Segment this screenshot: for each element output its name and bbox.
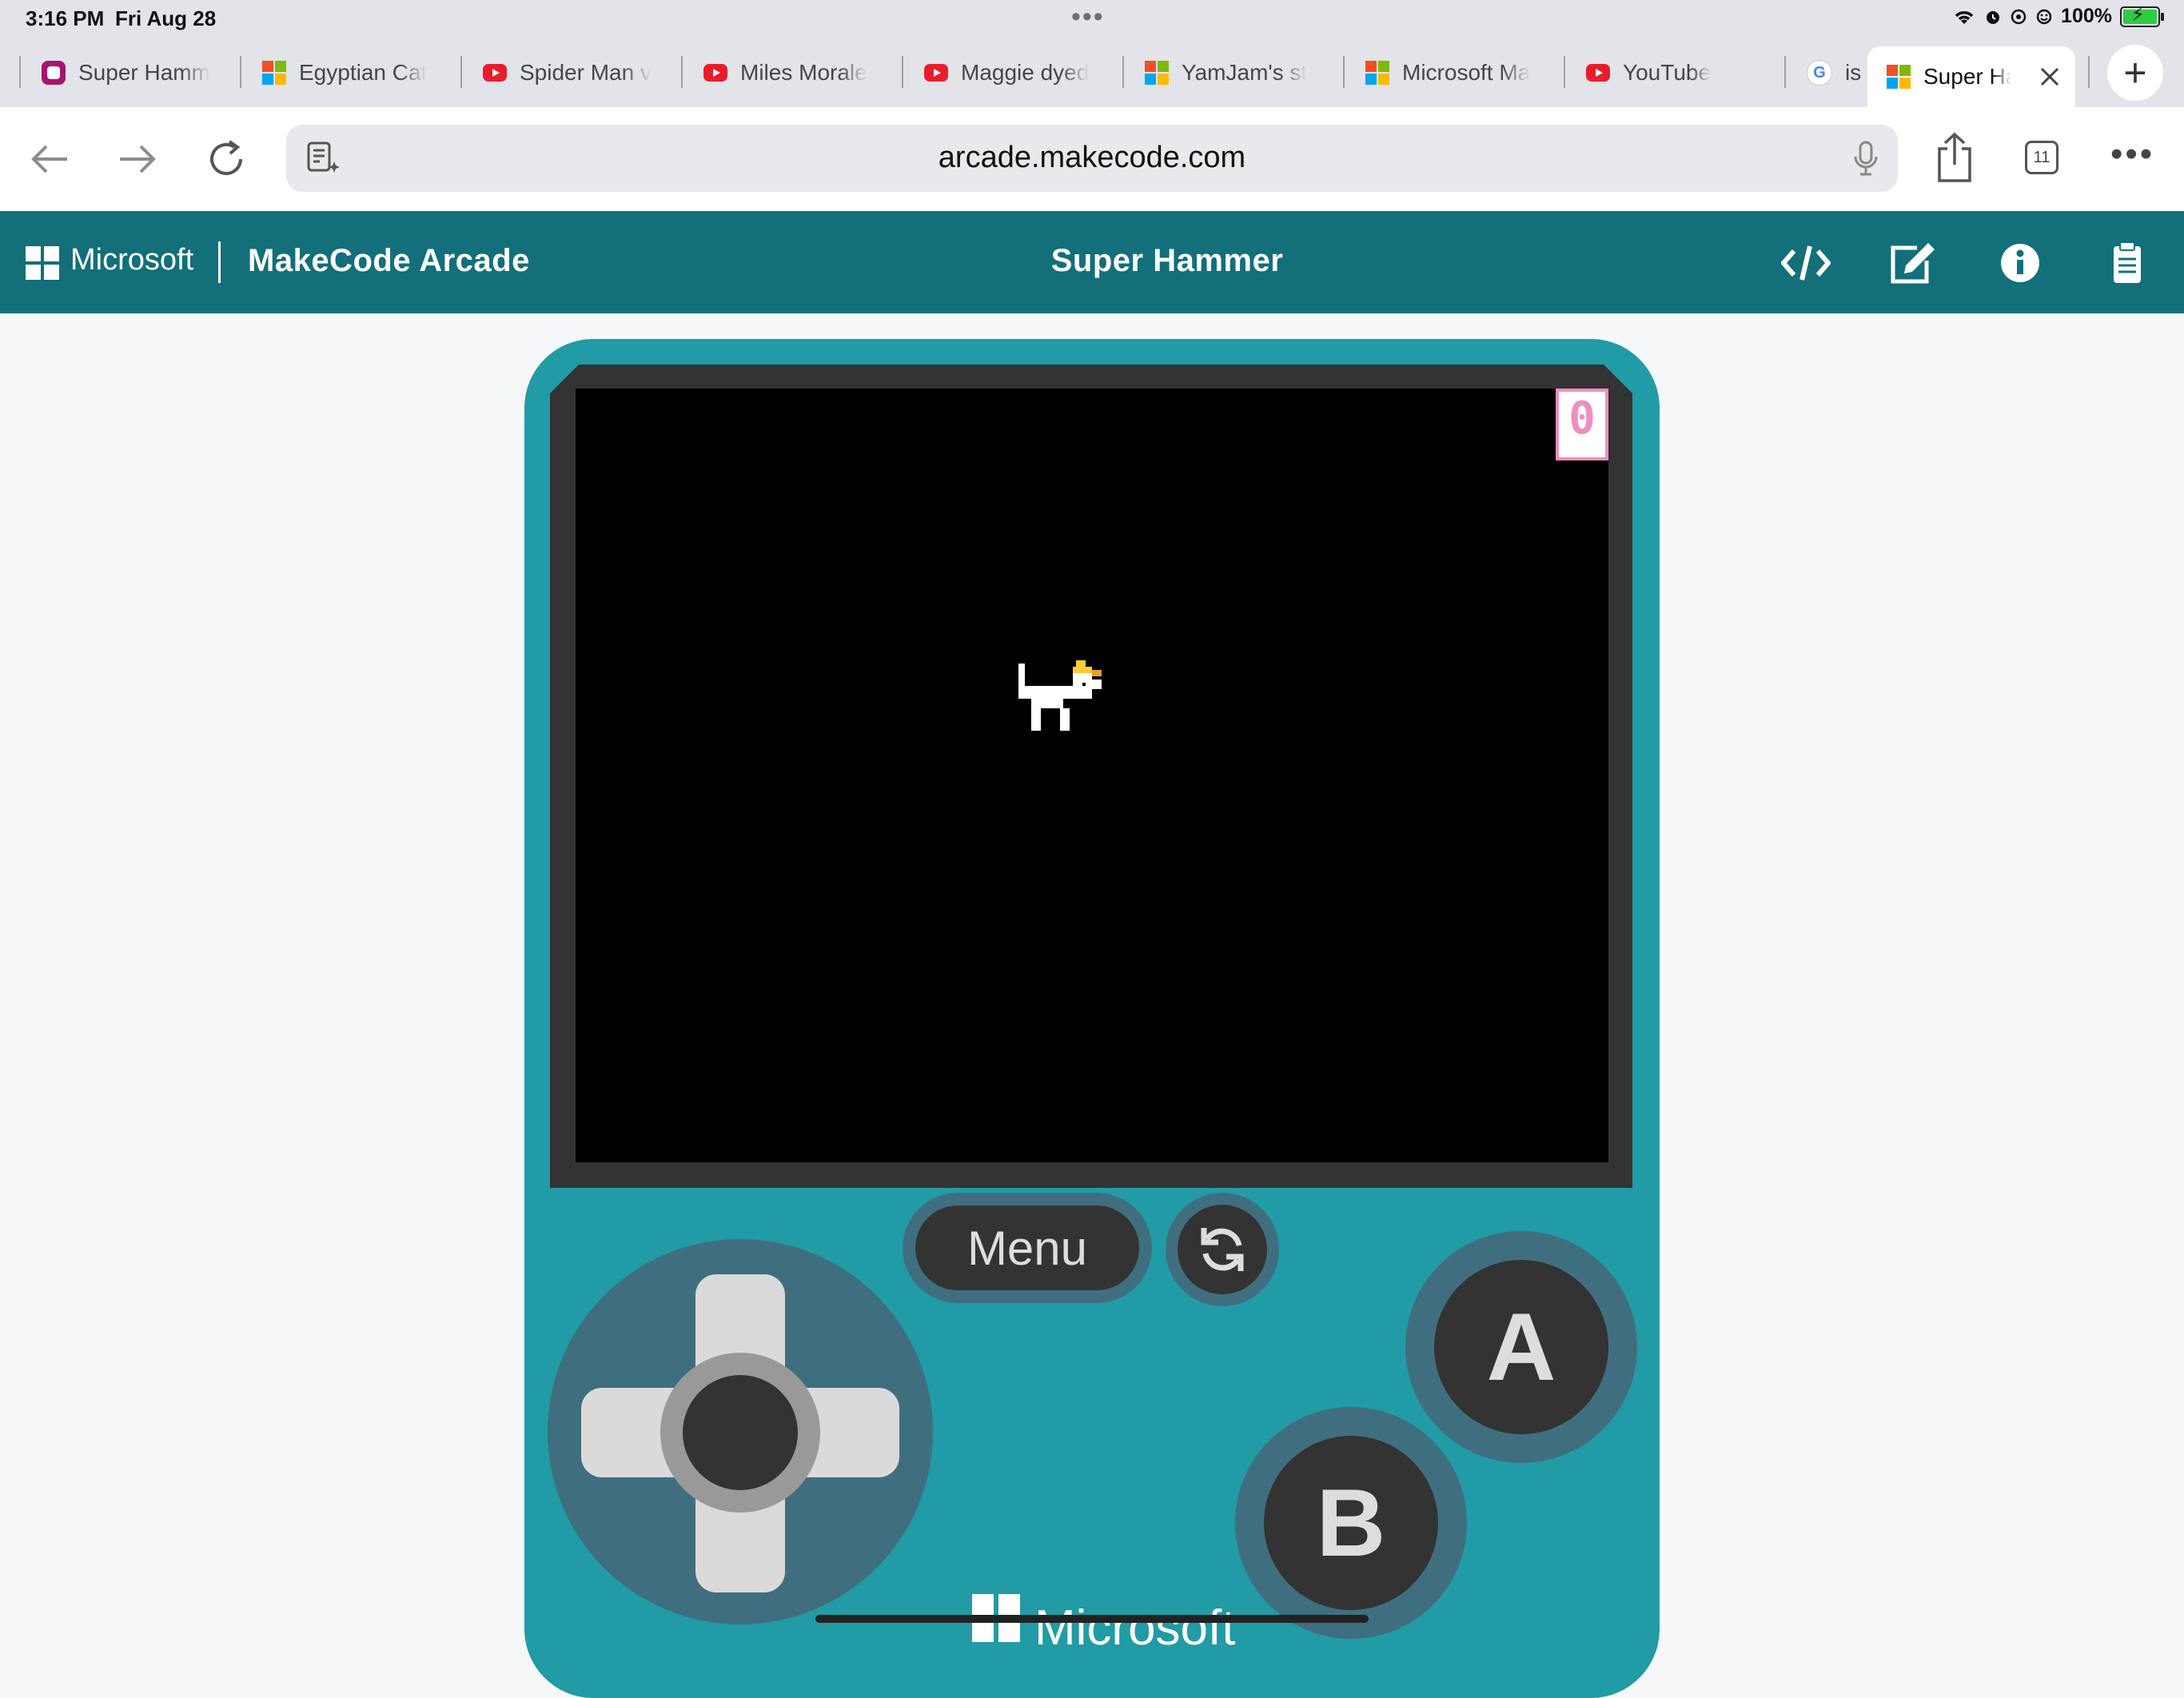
tab-separator	[1122, 56, 1124, 88]
tab-separator	[1343, 56, 1345, 88]
charging-icon: ⚡	[2131, 3, 2145, 26]
tab-separator	[2088, 56, 2090, 88]
tab-separator	[1784, 56, 1786, 88]
tab-separator	[240, 56, 241, 88]
menu-button[interactable]: Menu	[915, 1206, 1139, 1290]
edit-icon[interactable]	[1888, 240, 1938, 286]
tab-label: is	[1845, 60, 1862, 85]
tab-super-hammer[interactable]: Super Hamm	[42, 53, 219, 93]
tab-separator	[19, 56, 21, 88]
tab-label: Maggie dyed	[961, 60, 1090, 85]
status-time: 3:16 PM	[26, 6, 105, 30]
b-button[interactable]: B	[1264, 1436, 1438, 1610]
back-button[interactable]	[22, 131, 78, 187]
tab-label: Spider Man v	[520, 60, 652, 85]
tab-separator	[681, 56, 683, 88]
tab-strip: Super Hamm Egyptian Cat Spider Man v Mil…	[0, 38, 2184, 107]
battery-percent: 100%	[2061, 5, 2112, 27]
refresh-icon	[1201, 1228, 1244, 1271]
tab-label: YouTube	[1623, 60, 1712, 85]
microsoft-icon	[262, 61, 286, 85]
microsoft-icon	[1365, 61, 1389, 85]
close-tab-icon[interactable]	[2039, 66, 2061, 88]
tab-overview-button[interactable]: 11	[2025, 141, 2058, 174]
home-indicator[interactable]	[815, 1615, 1369, 1623]
address-field[interactable]: arcade.makecode.com	[286, 125, 1898, 192]
console-brand-text: Microsoft	[1034, 1600, 1236, 1656]
more-options-icon[interactable]: •••	[2110, 134, 2154, 174]
microphone-icon[interactable]	[1850, 139, 1882, 177]
info-icon[interactable]	[1995, 240, 2045, 286]
microsoft-brand[interactable]: Microsoft	[70, 243, 193, 277]
tab-label: Microsoft Ma	[1402, 60, 1531, 85]
youtube-icon	[1586, 64, 1610, 82]
header-divider	[218, 241, 221, 283]
status-date: Fri Aug 28	[115, 6, 217, 30]
share-icon[interactable]	[1933, 131, 1976, 184]
navigation-bar: arcade.makecode.com 11 •••	[0, 107, 2184, 211]
dpad-center	[683, 1375, 798, 1490]
tab-label: Super Hamm	[78, 60, 210, 85]
a-button[interactable]: A	[1434, 1260, 1608, 1434]
makecode-icon	[42, 61, 66, 85]
tab-separator	[902, 56, 903, 88]
status-indicators: 100% ⚡	[1952, 3, 2164, 28]
arrow-left-icon	[31, 145, 67, 173]
makecode-header: Microsoft MakeCode Arcade Super Hammer	[0, 211, 2184, 313]
tab-super-hammer-active[interactable]: Super Ha	[1867, 46, 2075, 107]
tab-microsoft-makecode[interactable]: Microsoft Ma	[1365, 53, 1543, 93]
console-brand: Microsoft	[972, 1594, 1235, 1653]
tab-spider-man[interactable]: Spider Man v	[483, 53, 660, 93]
alarm-icon	[1987, 10, 2000, 24]
tab-separator	[1564, 56, 1565, 88]
tab-label: YamJam's st	[1182, 60, 1308, 85]
tab-separator	[460, 56, 462, 88]
game-screen[interactable]: 0	[576, 389, 1608, 1162]
location-icon	[2011, 9, 2027, 24]
plus-icon: +	[2123, 50, 2147, 95]
tab-label: Egyptian Cat	[299, 60, 428, 85]
wifi-icon	[1955, 10, 1974, 24]
cat-sprite	[1018, 660, 1102, 731]
tab-miles-morales[interactable]: Miles Morale	[703, 53, 881, 93]
status-bar: 3:16 PM Fri Aug 28 ••• 100% ⚡	[0, 0, 2184, 38]
score-display: 0	[1556, 389, 1608, 460]
focus-icon	[2036, 9, 2052, 24]
score-value: 0	[1568, 393, 1596, 444]
code-icon[interactable]	[1781, 240, 1831, 286]
tab-maggie-dyed[interactable]: Maggie dyed	[924, 53, 1102, 93]
app-name[interactable]: MakeCode Arcade	[248, 243, 530, 279]
clipboard-icon[interactable]	[2102, 240, 2152, 286]
youtube-icon	[924, 64, 948, 82]
tab-egyptian-cat[interactable]: Egyptian Cat	[262, 53, 440, 93]
microsoft-logo-icon[interactable]	[26, 246, 59, 280]
arrow-right-icon	[120, 145, 156, 173]
youtube-icon	[483, 64, 507, 82]
youtube-icon	[703, 64, 727, 82]
project-title: Super Hammer	[1050, 243, 1284, 278]
tab-label: Miles Morale	[740, 60, 867, 85]
new-tab-button[interactable]: +	[2107, 45, 2163, 101]
tab-label: Super Ha	[1923, 64, 2011, 89]
multitasking-dots-icon[interactable]: •••	[1071, 2, 1105, 33]
tab-youtube[interactable]: YouTube	[1586, 53, 1764, 93]
microsoft-icon	[1145, 61, 1169, 85]
tab-google-search[interactable]: G is	[1807, 53, 1867, 93]
url-text: arcade.makecode.com	[938, 141, 1246, 174]
microsoft-icon	[1887, 65, 1911, 89]
battery-icon: ⚡	[2120, 3, 2164, 27]
reload-button[interactable]	[198, 131, 254, 187]
google-icon: G	[1807, 60, 1832, 86]
reload-icon	[210, 140, 242, 175]
forward-button[interactable]	[109, 131, 165, 187]
reset-button[interactable]	[1178, 1205, 1267, 1294]
tab-yamjam[interactable]: YamJam's st	[1145, 53, 1322, 93]
